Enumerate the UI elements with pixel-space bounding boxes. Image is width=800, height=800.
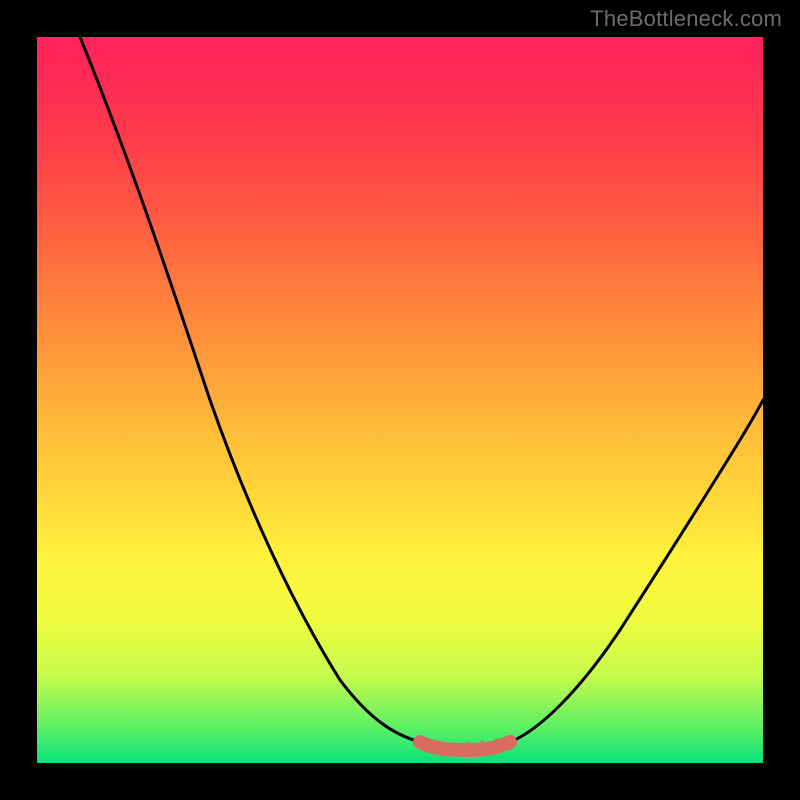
- chart-stage: TheBottleneck.com: [0, 0, 800, 800]
- curve-overlay: [0, 0, 800, 800]
- attribution-text: TheBottleneck.com: [590, 6, 782, 32]
- left-curve: [80, 37, 420, 742]
- right-curve: [510, 400, 763, 742]
